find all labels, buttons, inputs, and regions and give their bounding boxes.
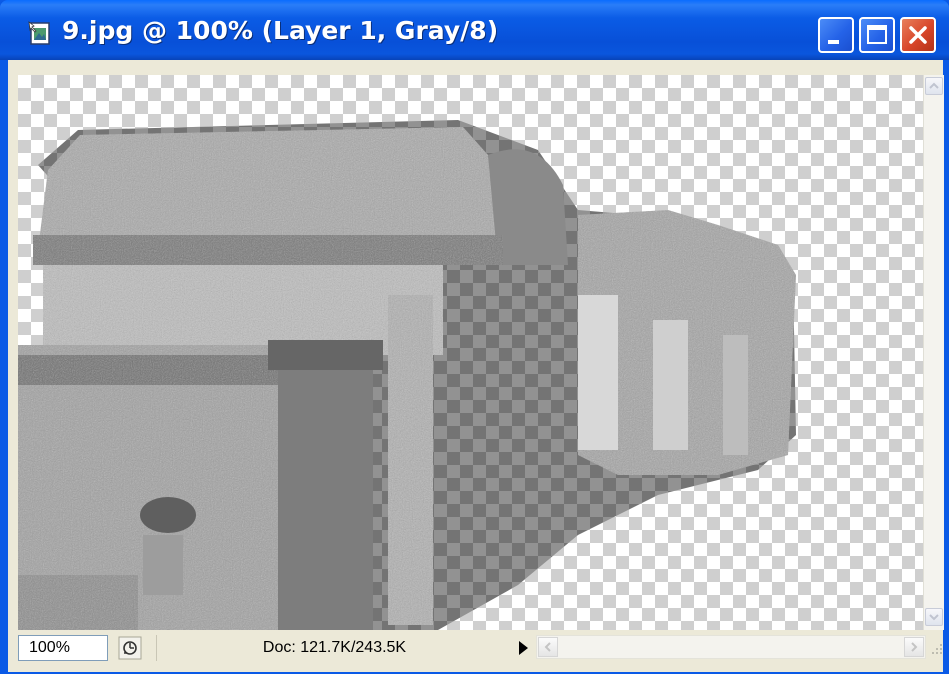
scroll-left-button[interactable] <box>538 637 558 657</box>
chevron-up-icon <box>929 82 939 89</box>
status-menu-icon <box>118 636 142 660</box>
chevron-left-icon <box>544 642 551 652</box>
horizontal-scrollbar[interactable] <box>536 635 926 659</box>
scroll-up-button[interactable] <box>925 77 943 95</box>
resize-grip-icon[interactable] <box>928 640 944 656</box>
chevron-down-icon <box>929 614 939 621</box>
document-window: 9.jpg @ 100% (Layer 1, Gray/8) 100% Doc:… <box>0 0 949 674</box>
photoshop-document-icon <box>28 21 50 45</box>
triangle-right-icon[interactable] <box>516 640 530 656</box>
close-icon <box>909 26 927 44</box>
title-bar[interactable]: 9.jpg @ 100% (Layer 1, Gray/8) <box>0 0 949 60</box>
zoom-level-field[interactable]: 100% <box>18 635 108 661</box>
chevron-right-icon <box>911 642 918 652</box>
close-button[interactable] <box>900 17 936 53</box>
document-size-info: Doc: 121.7K/243.5K <box>156 635 512 661</box>
maximize-button[interactable] <box>859 17 895 53</box>
tomb-image-layer <box>18 120 796 630</box>
status-menu-button[interactable] <box>118 636 142 660</box>
minimize-icon <box>828 40 839 44</box>
status-bar: 100% Doc: 121.7K/243.5K <box>18 632 943 662</box>
image-canvas[interactable] <box>18 75 923 630</box>
maximize-icon <box>867 25 887 44</box>
vertical-scrollbar[interactable] <box>923 75 944 630</box>
minimize-button[interactable] <box>818 17 854 53</box>
scroll-right-button[interactable] <box>904 637 924 657</box>
window-client-area: 100% Doc: 121.7K/243.5K <box>8 60 944 672</box>
scroll-down-button[interactable] <box>925 608 943 626</box>
window-title: 9.jpg @ 100% (Layer 1, Gray/8) <box>62 16 499 45</box>
